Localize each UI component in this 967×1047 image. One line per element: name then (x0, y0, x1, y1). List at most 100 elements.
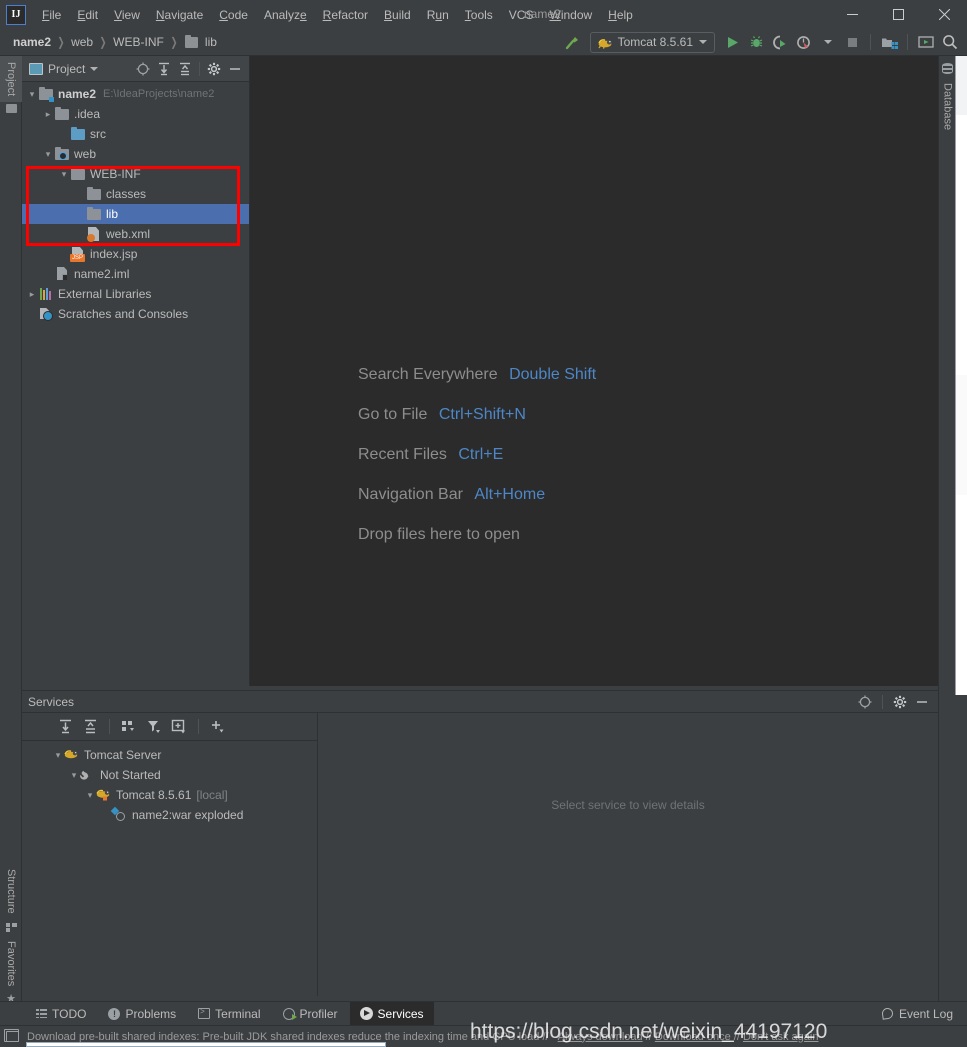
run-configuration-selector[interactable]: Tomcat 8.5.61 (590, 32, 715, 53)
status-action-always-download[interactable]: Always download (558, 1031, 643, 1043)
tree-node-src[interactable]: src (22, 124, 249, 144)
status-separator: // (643, 1031, 655, 1043)
profiler-button[interactable] (793, 31, 815, 53)
chevron-down-icon[interactable] (68, 765, 80, 785)
menu-navigate[interactable]: Navigate (148, 4, 211, 26)
tab-services[interactable]: Services (350, 1002, 434, 1026)
add-tab-icon[interactable] (168, 716, 190, 738)
event-log-icon (881, 1007, 893, 1019)
menu-edit[interactable]: Edit (69, 4, 106, 26)
panel-divider (882, 695, 883, 709)
breadcrumb-item-web[interactable]: web (68, 35, 96, 49)
service-node-tomcat-server[interactable]: Tomcat Server (52, 745, 317, 765)
chevron-down-icon[interactable] (84, 785, 96, 805)
chevron-right-icon: ❯ (58, 35, 65, 49)
tree-node-name2-iml[interactable]: name2.iml (22, 264, 249, 284)
service-node-not-started[interactable]: Not Started (52, 765, 317, 785)
filter-icon[interactable] (143, 716, 165, 738)
hide-panel-icon[interactable] (225, 59, 245, 79)
chevron-right-icon[interactable] (42, 104, 54, 124)
service-node-label: name2:war exploded (132, 808, 243, 822)
chevron-right-icon[interactable] (26, 284, 38, 304)
menu-analyze[interactable]: Analyze (256, 4, 315, 26)
menu-build[interactable]: Build (376, 4, 419, 26)
group-by-icon[interactable] (118, 716, 140, 738)
tab-profiler[interactable]: Profiler (273, 1002, 348, 1026)
menu-view[interactable]: View (106, 4, 148, 26)
chevron-down-icon[interactable] (817, 31, 839, 53)
copy-icon (6, 1031, 19, 1042)
tab-todo[interactable]: TODO (26, 1002, 96, 1026)
menu-file[interactable]: File (34, 4, 69, 26)
chevron-down-icon[interactable] (26, 84, 38, 104)
project-tree[interactable]: name2 E:\IdeaProjects\name2 .idea src we… (22, 82, 249, 686)
gear-icon[interactable] (890, 692, 910, 712)
minimize-button[interactable] (829, 0, 875, 29)
hide-panel-icon[interactable] (912, 692, 932, 712)
tree-node-index-jsp[interactable]: JSP index.jsp (22, 244, 249, 264)
close-button[interactable] (921, 0, 967, 29)
stop-button[interactable] (841, 31, 863, 53)
menu-help[interactable]: Help (600, 4, 641, 26)
breadcrumb-item-webinf[interactable]: WEB-INF (110, 35, 167, 49)
service-node-tomcat-local[interactable]: Tomcat 8.5.61 [local] (52, 785, 317, 805)
tab-problems[interactable]: ! Problems (98, 1002, 186, 1026)
tree-node-external-libraries[interactable]: External Libraries (22, 284, 249, 304)
sidebar-item-favorites[interactable]: Favorites (0, 935, 22, 992)
gear-icon[interactable] (204, 59, 224, 79)
status-action-download-once[interactable]: Download once (655, 1031, 731, 1043)
editor-area[interactable]: Search Everywhere Double Shift Go to Fil… (250, 56, 938, 686)
search-icon[interactable] (939, 31, 961, 53)
menu-refactor[interactable]: Refactor (315, 4, 376, 26)
tree-node-name2[interactable]: name2 E:\IdeaProjects\name2 (22, 84, 249, 104)
event-log-label[interactable]: Event Log (899, 1007, 953, 1021)
expand-all-icon[interactable] (154, 59, 174, 79)
chevron-down-icon[interactable] (42, 144, 54, 164)
services-tree[interactable]: Tomcat Server Not Started (22, 741, 317, 996)
intellij-idea-window: IJ File Edit View Navigate Code Analyze … (0, 0, 967, 1047)
left-tool-strip: Project Structure Favorites ★ (0, 56, 22, 1005)
tree-node-idea[interactable]: .idea (22, 104, 249, 124)
locate-icon[interactable] (133, 59, 153, 79)
project-structure-icon[interactable] (878, 31, 900, 53)
chevron-down-icon[interactable] (52, 745, 64, 765)
add-service-icon[interactable] (207, 716, 229, 738)
sidebar-item-structure[interactable]: Structure (0, 863, 22, 920)
tree-node-scratches-and-consoles[interactable]: Scratches and Consoles (22, 304, 249, 324)
run-with-coverage-button[interactable] (769, 31, 791, 53)
menu-run[interactable]: Run (419, 4, 457, 26)
services-detail-pane: Select service to view details (318, 713, 938, 996)
collapse-all-icon[interactable] (175, 59, 195, 79)
service-node-war-exploded[interactable]: name2:war exploded (52, 805, 317, 825)
tree-node-web[interactable]: web (22, 144, 249, 164)
sidebar-item-database[interactable]: Database (939, 77, 956, 136)
tree-node-label: name2.iml (74, 267, 129, 281)
updates-icon[interactable] (915, 31, 937, 53)
expand-all-icon[interactable] (54, 716, 76, 738)
chevron-down-icon[interactable] (58, 164, 70, 184)
tab-terminal[interactable]: Terminal (188, 1002, 270, 1026)
collapse-all-icon[interactable] (79, 716, 101, 738)
status-separator (552, 1031, 555, 1043)
run-button[interactable] (721, 31, 743, 53)
breadcrumb-item-project[interactable]: name2 (10, 35, 54, 49)
status-action-dont-ask-again[interactable]: Don't ask again (743, 1031, 818, 1043)
tree-node-lib[interactable]: lib (22, 204, 249, 224)
sidebar-item-project[interactable]: Project (0, 56, 22, 102)
breadcrumb-item-lib[interactable]: lib (202, 35, 220, 49)
tree-node-web-xml[interactable]: web.xml (22, 224, 249, 244)
wrench-icon (80, 767, 96, 783)
maximize-button[interactable] (875, 0, 921, 29)
menu-tools[interactable]: Tools (457, 4, 501, 26)
panel-divider (199, 62, 200, 76)
tree-node-classes[interactable]: classes (22, 184, 249, 204)
navigation-bar: name2 ❯ web ❯ WEB-INF ❯ lib (0, 29, 967, 56)
project-panel-title-button[interactable]: Project (26, 62, 101, 76)
menu-code[interactable]: Code (211, 4, 256, 26)
hint-search-everywhere: Search Everywhere Double Shift (358, 366, 596, 384)
debug-button[interactable] (745, 31, 767, 53)
locate-icon[interactable] (855, 692, 875, 712)
hammer-icon[interactable] (562, 31, 584, 53)
service-node-label: Tomcat 8.5.61 (116, 788, 191, 802)
tree-node-web-inf[interactable]: WEB-INF (22, 164, 249, 184)
